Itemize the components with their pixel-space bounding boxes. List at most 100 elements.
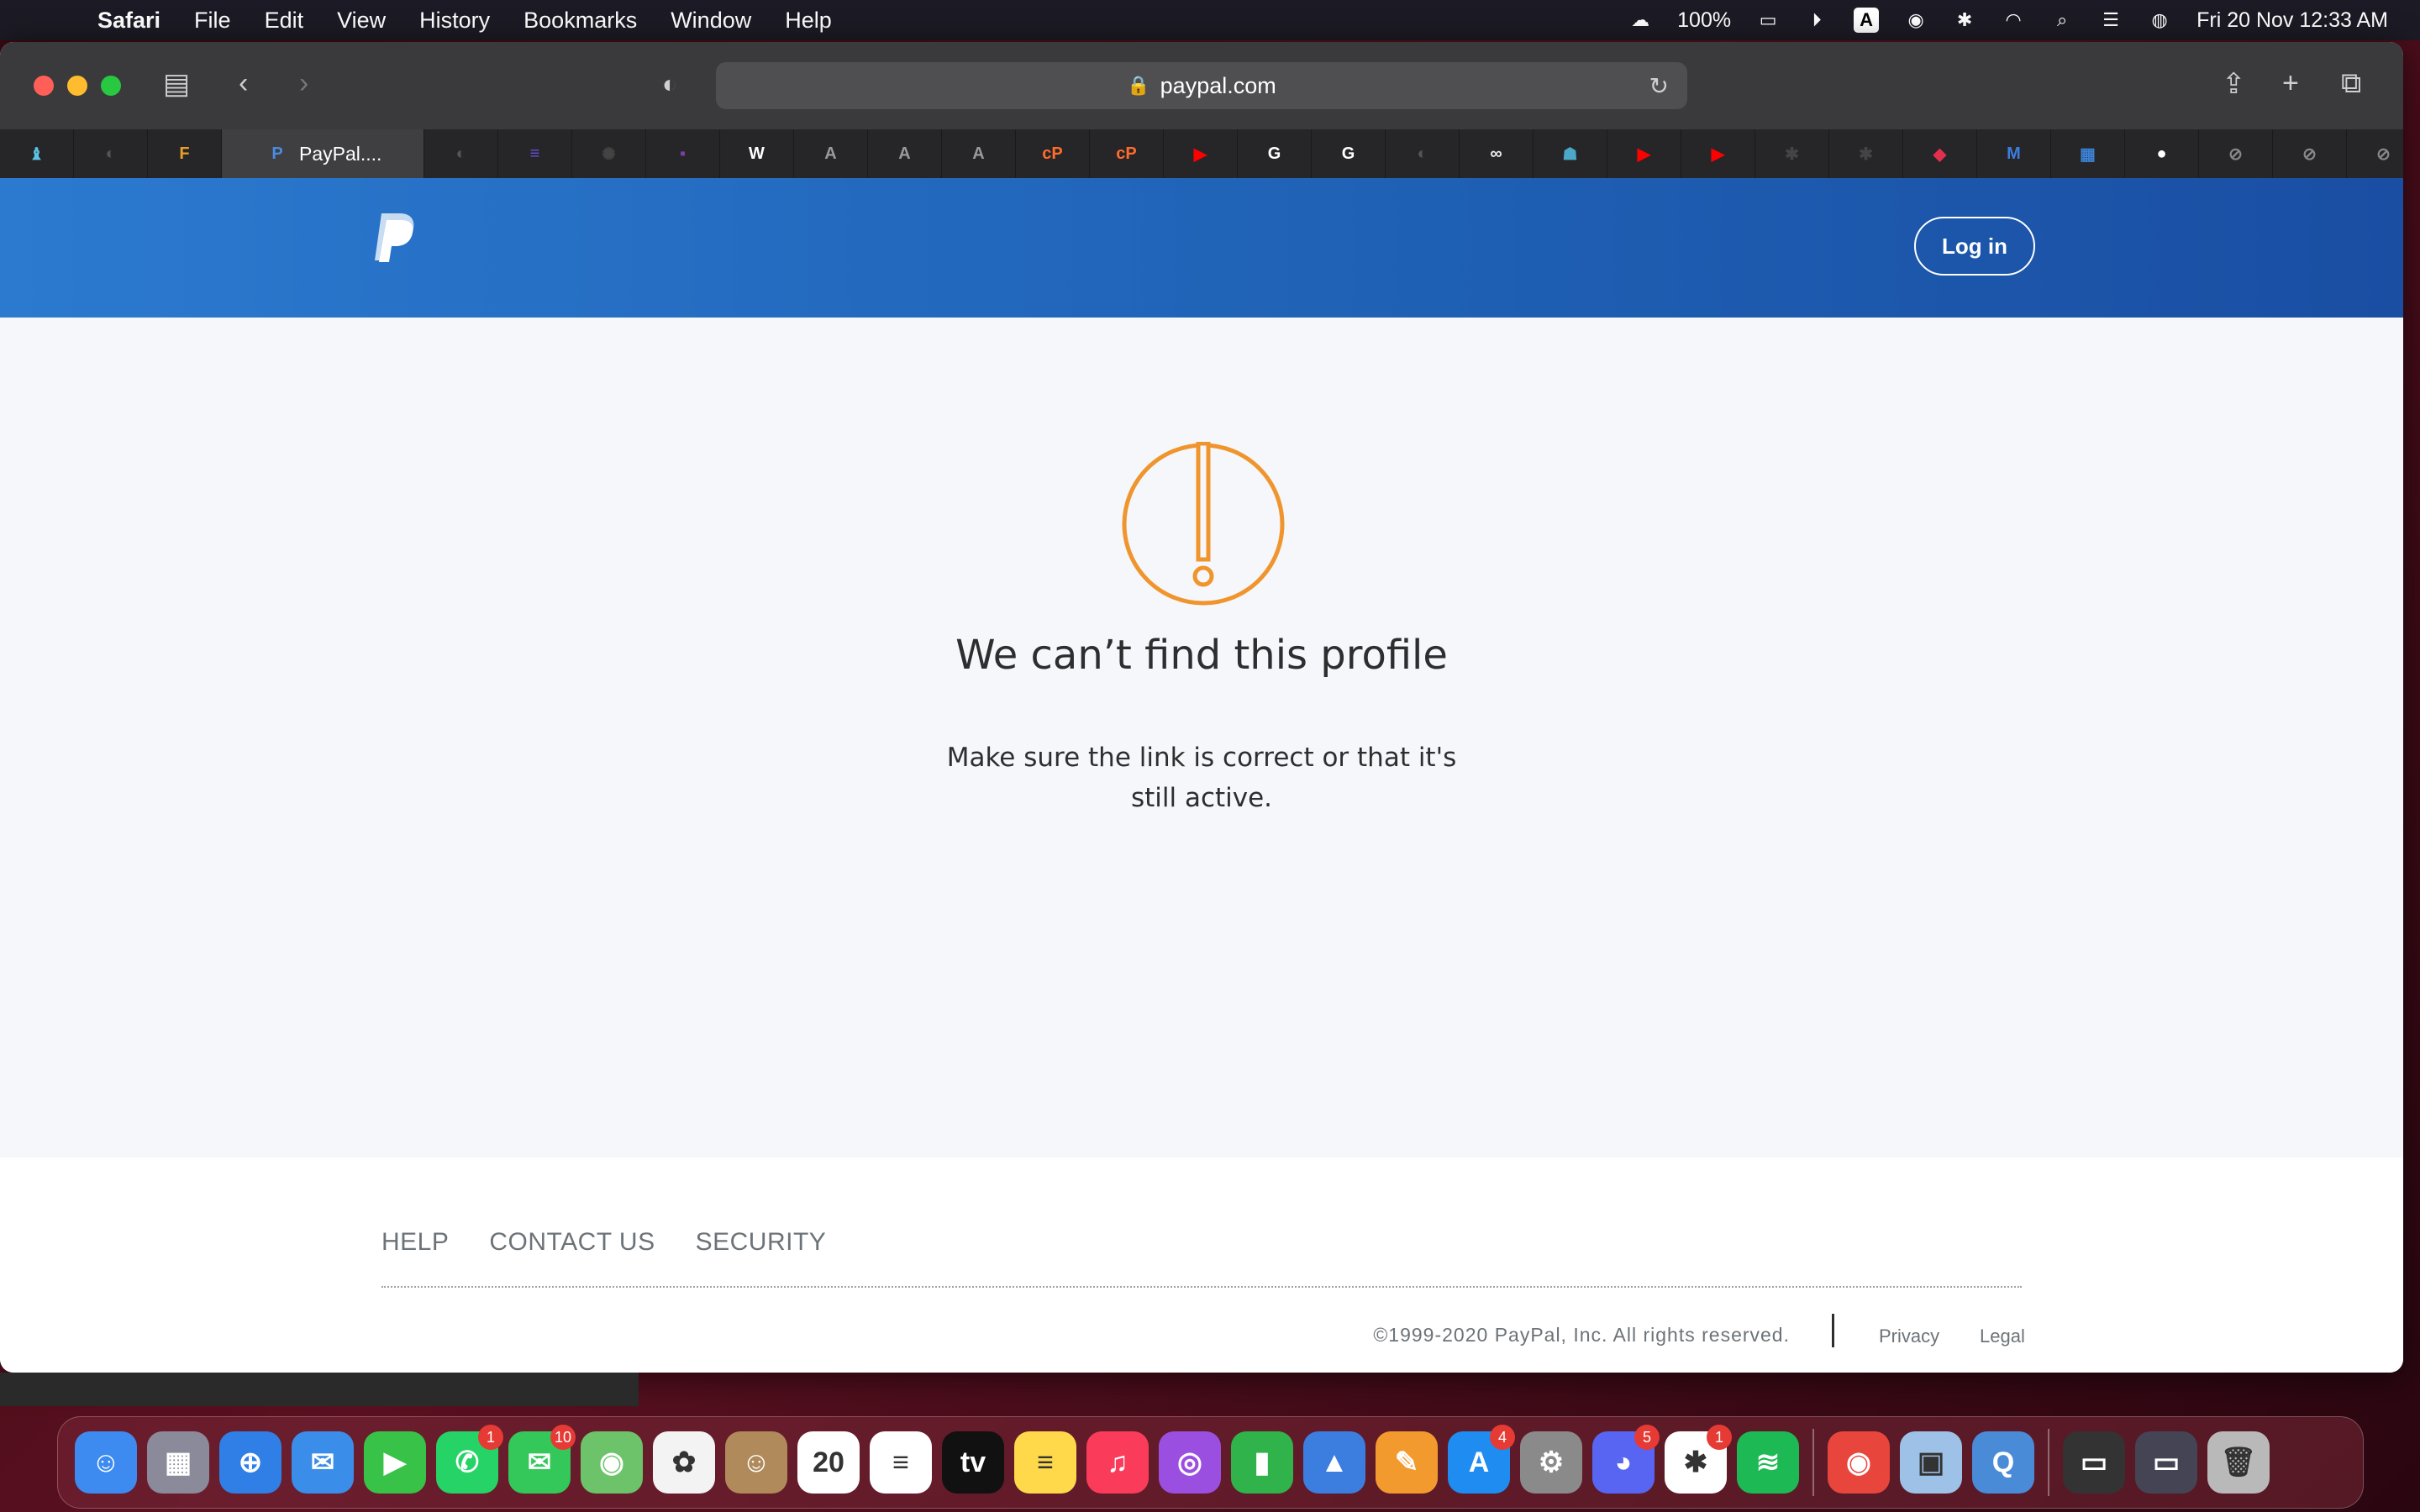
launchpad-icon[interactable]: ▦ [147,1431,209,1494]
spotlight-search-icon[interactable]: ⌕ [2050,8,2074,32]
tab-item[interactable]: ✺ [572,129,646,178]
tab-item[interactable]: A [942,129,1016,178]
footer-security-link[interactable]: SECURITY [696,1228,827,1257]
tab-item[interactable]: ◆ [1903,129,1977,178]
tab-item[interactable]: G [1238,129,1312,178]
new-tab-icon[interactable]: + [2282,67,2299,100]
podcasts-icon[interactable]: ◎ [1159,1431,1221,1494]
menu-view[interactable]: View [337,8,386,34]
siri-icon[interactable]: ◍ [2148,8,2171,32]
whatsapp-icon[interactable]: ✆ 1 [436,1425,503,1494]
share-icon[interactable]: ⇪ [2222,67,2246,101]
tab-item[interactable]: ▦ [2051,129,2125,178]
app-store-icon[interactable]: A4 [1448,1425,1515,1494]
reload-icon[interactable]: ↻ [1649,72,1669,100]
tab-item[interactable]: ▶ [1681,129,1755,178]
tab-item[interactable]: A [794,129,868,178]
menu-app-name[interactable]: Safari [97,8,160,34]
creative-cloud-icon[interactable]: ☁ [1628,8,1652,32]
music-icon[interactable]: ♫ [1086,1431,1149,1494]
window-thumbnail-icon[interactable]: ▭ [2063,1431,2125,1494]
maps-icon[interactable]: ◉ [581,1431,643,1494]
clock[interactable]: Fri 20 Nov 12:33 AM [2196,8,2388,33]
tab-item[interactable]: A [868,129,942,178]
tab-item[interactable]: ▪ [646,129,720,178]
apple-tv-icon[interactable]: tv [942,1431,1004,1494]
tab-overview-icon[interactable]: ⧉ [2341,67,2361,100]
forward-icon[interactable]: › [299,67,308,100]
tab-item[interactable]: ◐ [74,129,148,178]
mail-icon[interactable]: ✉ [292,1431,354,1494]
tab-item[interactable]: ▶ [1164,129,1238,178]
notes-icon[interactable]: ≡ [1014,1431,1076,1494]
tab-item[interactable]: ◐ [424,129,498,178]
legal-link[interactable]: Legal [1980,1326,2025,1347]
address-bar[interactable]: 🔒 paypal.com ↻ [716,62,1687,109]
menu-file[interactable]: File [194,8,231,34]
tab-item[interactable]: ◐ [1386,129,1460,178]
tab-item[interactable]: G [1312,129,1386,178]
system-preferences-icon[interactable]: ⚙ [1520,1431,1582,1494]
photos-icon[interactable]: ✿ [653,1431,715,1494]
contacts-icon[interactable]: ☺ [725,1431,787,1494]
tab-item[interactable]: M [1977,129,2051,178]
preview-icon[interactable]: ▣ [1900,1431,1962,1494]
minimize-window-button[interactable] [67,76,87,96]
messages-icon[interactable]: ✉ 10 [508,1425,576,1494]
back-icon[interactable]: ‹ [239,67,248,100]
footer-contact-link[interactable]: CONTACT US [489,1228,655,1257]
facetime-icon[interactable]: ▶ [364,1431,426,1494]
window-thumbnail-icon[interactable]: ▭ [2135,1431,2197,1494]
menu-help[interactable]: Help [785,8,832,34]
tab-item[interactable]: F [148,129,222,178]
menu-bookmarks[interactable]: Bookmarks [523,8,637,34]
privacy-link[interactable]: Privacy [1879,1326,1939,1347]
play-icon[interactable]: ⏵ [1805,8,1828,32]
discord-icon[interactable]: ◕ 5 [1592,1425,1660,1494]
tab-item[interactable]: ♝ [0,129,74,178]
sidebar-toggle-icon[interactable]: ▤ [163,67,190,101]
tab-item[interactable]: ☗ [1534,129,1607,178]
tab-item[interactable]: cP [1016,129,1090,178]
user-icon[interactable]: ◉ [1904,8,1928,32]
wifi-icon[interactable]: ◠ [2002,8,2025,32]
pages-icon[interactable]: ✎ [1376,1431,1438,1494]
tab-item[interactable]: ⊘ [2273,129,2347,178]
control-center-icon[interactable]: ☰ [2099,8,2123,32]
bluetooth-icon[interactable]: ✱ [1953,8,1976,32]
menu-history[interactable]: History [419,8,490,34]
paypal-logo-icon[interactable] [370,212,420,264]
zoom-window-button[interactable] [101,76,121,96]
menu-window[interactable]: Window [671,8,751,34]
tab-item[interactable]: cP [1090,129,1164,178]
tab-item[interactable]: ⊘ [2199,129,2273,178]
trash-icon[interactable]: 🗑 [2207,1431,2270,1494]
tab-item[interactable]: ∞ [1460,129,1534,178]
background-window-strip [0,1373,639,1406]
tab-item[interactable]: W [720,129,794,178]
tab-item[interactable]: ⊘ [2347,129,2403,178]
tab-item[interactable]: ≡ [498,129,572,178]
close-window-button[interactable] [34,76,54,96]
tab-item[interactable]: ✱ [1755,129,1829,178]
tab-paypal-active[interactable]: P PayPal.... [222,129,424,178]
finder-icon[interactable]: ☺ [75,1431,137,1494]
chrome-icon[interactable]: ◉ [1828,1431,1890,1494]
tab-item[interactable]: ▶ [1607,129,1681,178]
login-button[interactable]: Log in [1914,217,2035,276]
footer-help-link[interactable]: HELP [381,1228,449,1257]
input-source-icon[interactable]: A [1854,8,1880,33]
reminders-icon[interactable]: ≡ [870,1431,932,1494]
spotify-icon[interactable]: ≋ [1737,1431,1799,1494]
privacy-shield-icon[interactable]: ◐ [662,71,677,99]
safari-icon[interactable]: ⊕ [219,1431,281,1494]
calendar-icon[interactable]: 20 [797,1431,860,1494]
battery-icon[interactable]: ▭ [1756,8,1780,32]
numbers-icon[interactable]: ▮ [1231,1431,1293,1494]
slack-icon[interactable]: ✱ 1 [1665,1425,1732,1494]
keynote-icon[interactable]: ▲ [1303,1431,1365,1494]
tab-item[interactable]: ● [2125,129,2199,178]
tab-item[interactable]: ✱ [1829,129,1903,178]
quicktime-icon[interactable]: Q [1972,1431,2034,1494]
menu-edit[interactable]: Edit [265,8,304,34]
